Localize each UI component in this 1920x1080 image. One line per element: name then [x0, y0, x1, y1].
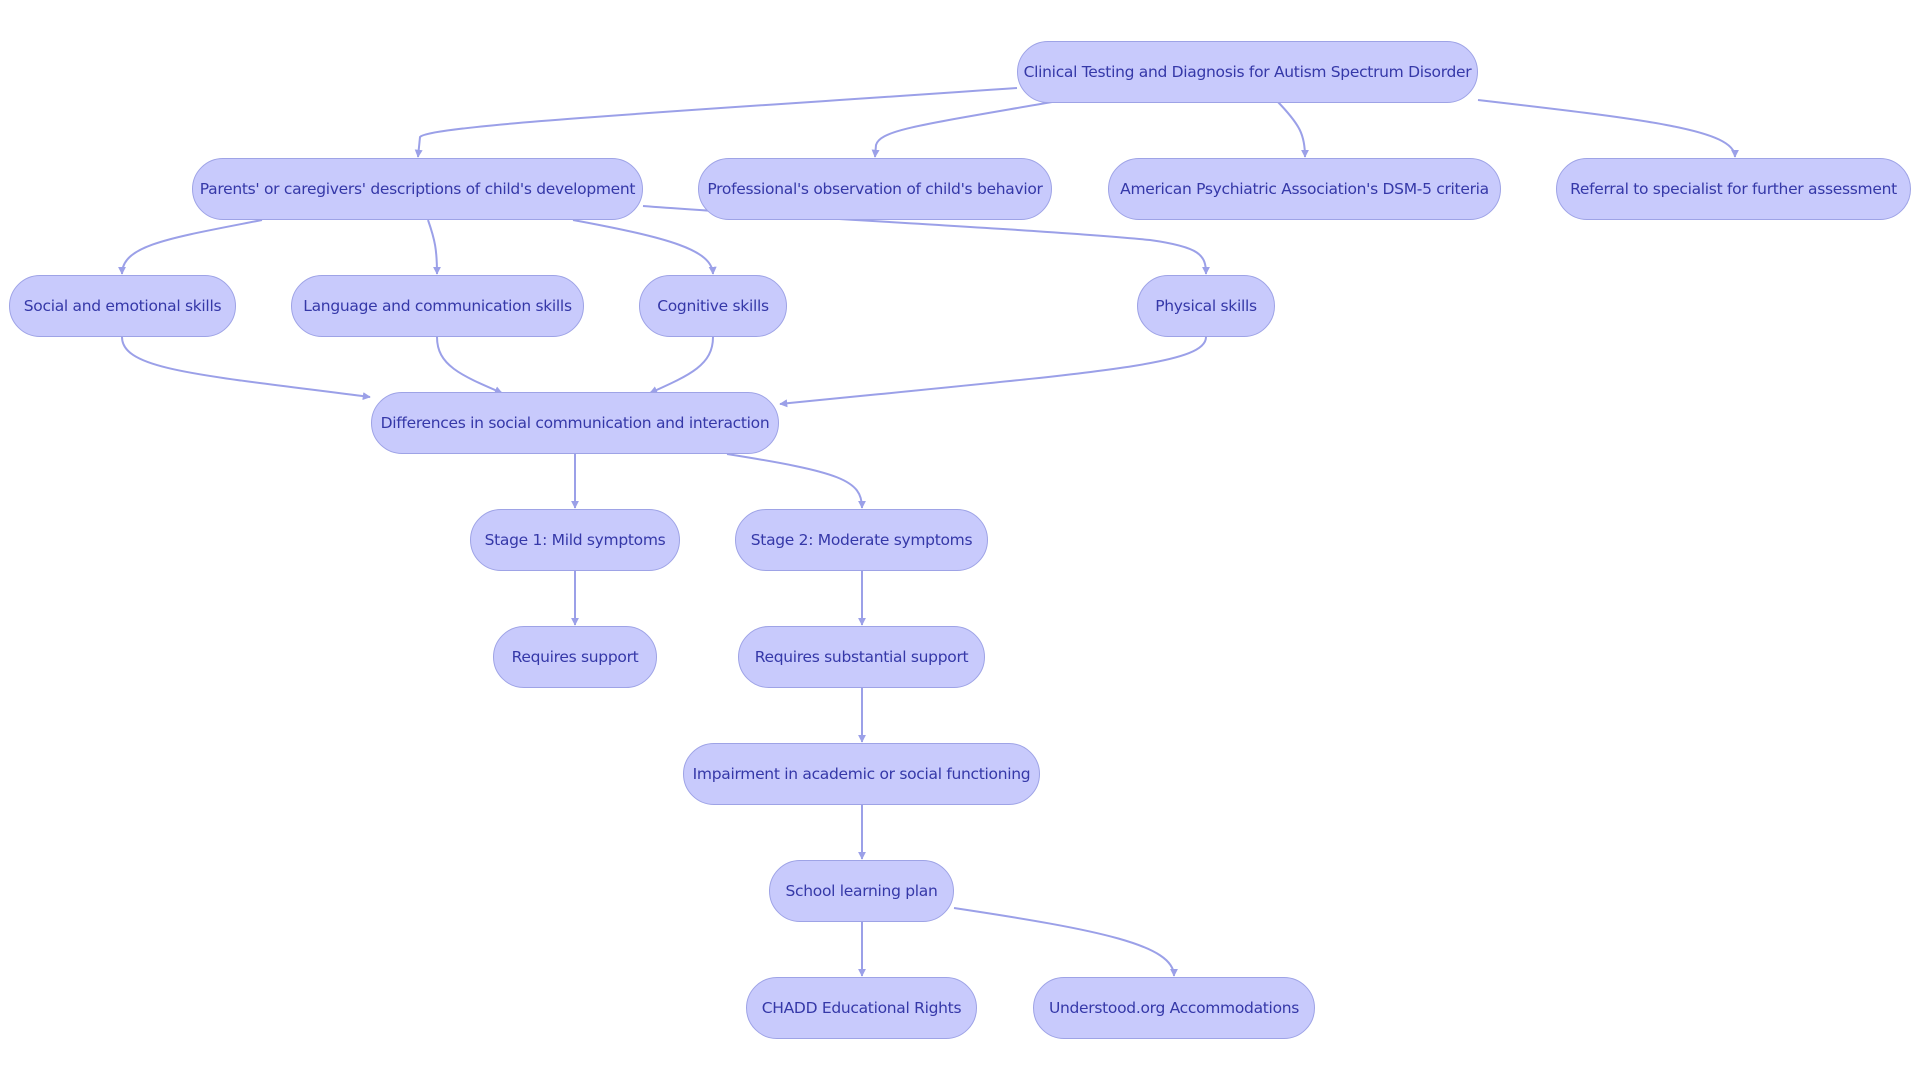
node-differences[interactable]: Differences in social communication and …: [371, 392, 779, 454]
node-root[interactable]: Clinical Testing and Diagnosis for Autis…: [1017, 41, 1478, 103]
node-label: Cognitive skills: [657, 297, 769, 315]
node-physical[interactable]: Physical skills: [1137, 275, 1275, 337]
node-label: American Psychiatric Association's DSM-5…: [1120, 180, 1489, 198]
node-label: Social and emotional skills: [23, 297, 222, 315]
node-label: CHADD Educational Rights: [761, 999, 962, 1017]
edge-language-differences: [436, 336, 503, 394]
edge-parents-cognitive: [572, 219, 717, 275]
node-understood[interactable]: Understood.org Accommodations: [1033, 977, 1315, 1039]
node-cognitive[interactable]: Cognitive skills: [639, 275, 787, 337]
edge-root-referral: [1477, 99, 1739, 158]
node-label: Language and communication skills: [303, 297, 572, 315]
node-label: Differences in social communication and …: [380, 414, 770, 432]
node-label: Understood.org Accommodations: [1048, 999, 1300, 1017]
edge-parents-language: [427, 219, 441, 275]
node-label: Physical skills: [1155, 297, 1257, 315]
node-label: Requires support: [511, 648, 639, 666]
edge-physical-differences: [779, 336, 1207, 408]
node-requires-substantial-support[interactable]: Requires substantial support: [738, 626, 985, 688]
edge-differences-stage2: [726, 453, 866, 509]
node-school-learning-plan[interactable]: School learning plan: [769, 860, 954, 922]
node-impairment[interactable]: Impairment in academic or social functio…: [683, 743, 1040, 805]
edge-root-apa: [1277, 101, 1309, 158]
node-requires-support[interactable]: Requires support: [493, 626, 657, 688]
edge-parents-social: [118, 219, 263, 275]
node-referral[interactable]: Referral to specialist for further asses…: [1556, 158, 1911, 220]
node-stage2[interactable]: Stage 2: Moderate symptoms: [735, 509, 988, 571]
node-apa[interactable]: American Psychiatric Association's DSM-5…: [1108, 158, 1501, 220]
edge-cognitive-differences: [649, 336, 714, 394]
node-parents[interactable]: Parents' or caregivers' descriptions of …: [192, 158, 643, 220]
node-label: Stage 2: Moderate symptoms: [750, 531, 973, 549]
node-label: Parents' or caregivers' descriptions of …: [199, 180, 636, 198]
node-chadd[interactable]: CHADD Educational Rights: [746, 977, 977, 1039]
node-label: Referral to specialist for further asses…: [1570, 180, 1897, 198]
node-stage1[interactable]: Stage 1: Mild symptoms: [470, 509, 680, 571]
node-label: Clinical Testing and Diagnosis for Autis…: [1023, 63, 1472, 81]
node-language[interactable]: Language and communication skills: [291, 275, 584, 337]
edge-social-differences: [121, 336, 371, 401]
node-label: Stage 1: Mild symptoms: [484, 531, 666, 549]
edge-school-understood: [953, 907, 1178, 977]
node-professional[interactable]: Professional's observation of child's be…: [698, 158, 1052, 220]
node-label: Requires substantial support: [754, 648, 969, 666]
edge-root-professional: [871, 101, 1053, 158]
node-label: Professional's observation of child's be…: [707, 180, 1043, 198]
edge-root-parents: [414, 87, 1018, 158]
node-label: Impairment in academic or social functio…: [692, 765, 1031, 783]
node-social[interactable]: Social and emotional skills: [9, 275, 236, 337]
node-label: School learning plan: [785, 882, 938, 900]
